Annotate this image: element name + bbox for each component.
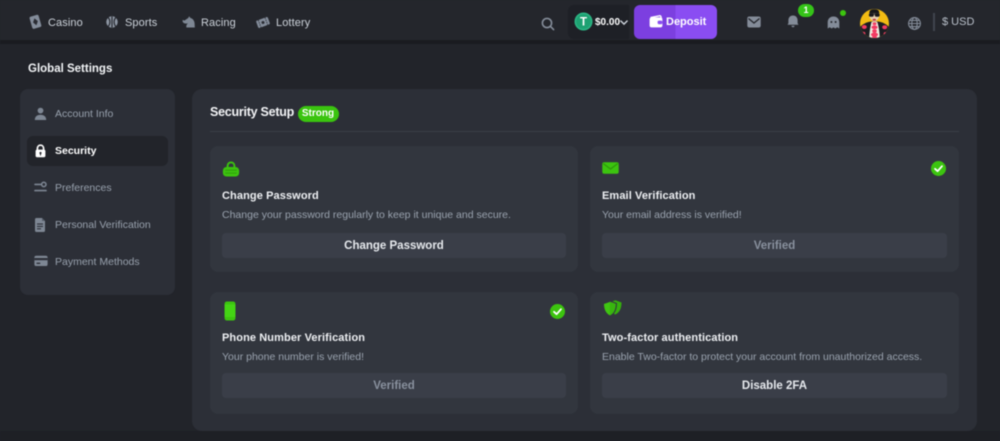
svg-text:T: T — [580, 17, 587, 29]
